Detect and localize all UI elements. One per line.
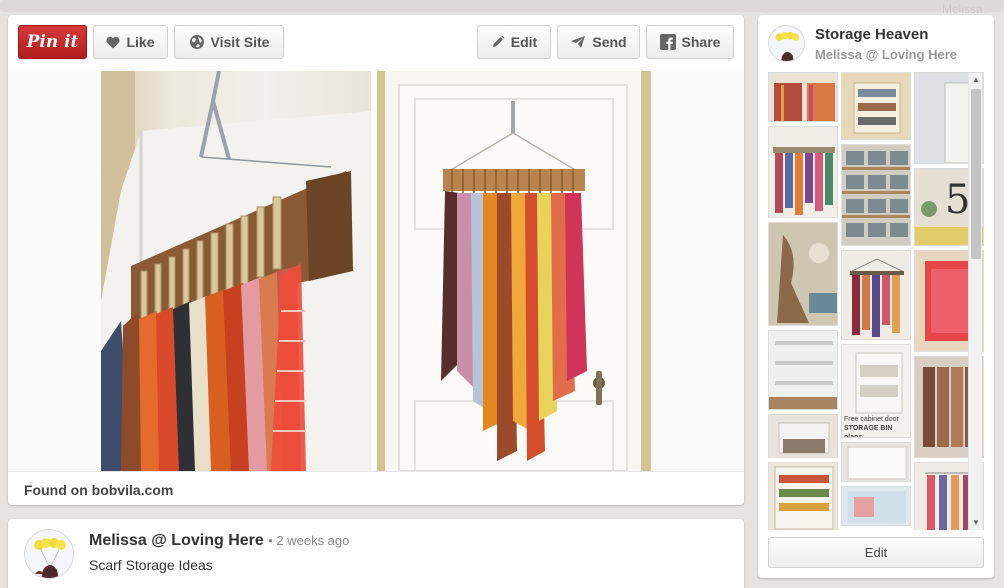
pinner-card: Melissa @ Loving Here • 2 weeks ago Scar… (8, 519, 744, 588)
board-thumbnail[interactable] (768, 462, 838, 530)
like-label: Like (126, 34, 155, 50)
board-owner-link[interactable]: Melissa @ Loving Here (815, 47, 957, 62)
pin-time: • 2 weeks ago (268, 533, 350, 548)
board-thumbnail[interactable] (768, 126, 838, 218)
pin-toolbar: Pin it Like Visit Site Edit Send Share (8, 15, 744, 71)
board-card: Storage Heaven Melissa @ Loving Here Fre… (758, 15, 994, 578)
pinner-name-link[interactable]: Melissa @ Loving Here (89, 532, 264, 549)
board-thumbnail[interactable] (768, 72, 838, 122)
send-button[interactable]: Send (557, 25, 640, 59)
board-thumbnail[interactable] (768, 330, 838, 410)
pin-card: Pin it Like Visit Site Edit Send Share F… (8, 15, 744, 505)
board-thumbnail[interactable] (841, 144, 911, 246)
edit-button[interactable]: Edit (477, 25, 551, 59)
like-button[interactable]: Like (93, 25, 168, 59)
globe-icon (189, 35, 204, 49)
pin-image[interactable] (8, 71, 744, 471)
pin-description: Scarf Storage Ideas (89, 557, 213, 573)
board-thumbnail[interactable] (841, 72, 911, 140)
thumb-caption: Free cabinet door STORAGE BIN plans (844, 415, 910, 438)
svg-text:5: 5 (945, 177, 970, 223)
board-thumbnail[interactable] (841, 250, 911, 340)
pin-it-label: Pin it (26, 32, 79, 52)
board-thumbnail[interactable] (841, 486, 911, 526)
board-thumbnail[interactable]: Free cabinet door STORAGE BIN plans (841, 344, 911, 438)
board-thumbnail-grid: Free cabinet door STORAGE BIN plans 5 (768, 72, 984, 530)
visit-site-label: Visit Site (210, 34, 270, 50)
board-thumbnail[interactable] (768, 414, 838, 458)
board-owner-avatar[interactable] (768, 25, 805, 62)
thumbnail-scrollbar[interactable]: ▲ ▼ (968, 73, 982, 530)
pin-it-button[interactable]: Pin it (18, 25, 87, 59)
board-edit-button[interactable]: Edit (768, 537, 984, 568)
thumb-column: Free cabinet door STORAGE BIN plans (841, 72, 911, 530)
scarf-rack-closeup-photo (101, 71, 371, 471)
scroll-up-arrow-icon[interactable]: ▲ (969, 73, 983, 87)
scrollbar-thumb[interactable] (971, 89, 981, 259)
share-label: Share (681, 34, 721, 50)
thumb-caption-line1: Free cabinet door (844, 416, 899, 423)
scarf-hanger-door-photo (377, 71, 651, 471)
thumb-column (768, 72, 838, 530)
thumb-caption-line2: STORAGE BIN plans (844, 425, 893, 438)
pinner-avatar[interactable] (24, 529, 74, 579)
pencil-icon (492, 35, 505, 47)
facebook-icon (659, 34, 676, 50)
found-on-link[interactable]: Found on bobvila.com (8, 471, 744, 505)
pinner-name-line: Melissa @ Loving Here • 2 weeks ago (89, 532, 349, 550)
background-faint-text: Melissa (942, 2, 983, 16)
board-thumbnail[interactable] (768, 222, 838, 326)
scroll-down-arrow-icon[interactable]: ▼ (969, 516, 983, 530)
board-thumbnail[interactable] (841, 442, 911, 482)
background-block (0, 0, 1004, 12)
edit-label: Edit (510, 34, 538, 50)
visit-site-button[interactable]: Visit Site (174, 25, 284, 59)
send-label: Send (592, 34, 627, 50)
paper-plane-icon (571, 36, 586, 48)
heart-icon (106, 36, 120, 48)
share-button[interactable]: Share (646, 25, 734, 59)
board-title-link[interactable]: Storage Heaven (815, 26, 928, 43)
